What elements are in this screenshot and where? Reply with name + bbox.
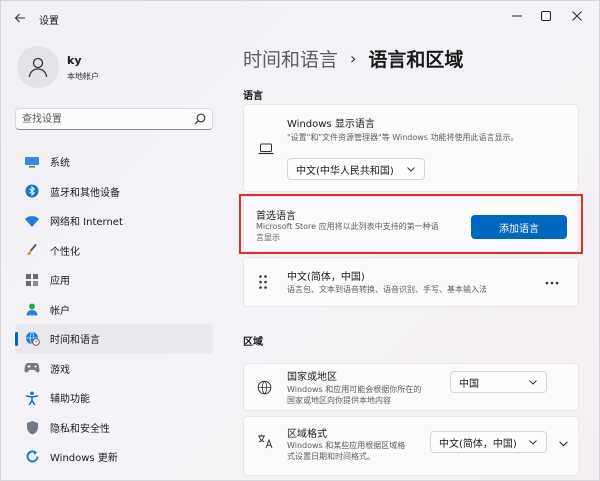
sidebar-item-apps[interactable]: 应用 bbox=[15, 265, 213, 295]
sidebar-item-label: 蓝牙和其他设备 bbox=[50, 187, 120, 199]
sidebar-item-system[interactable]: 系统 bbox=[15, 147, 213, 177]
shield-icon bbox=[24, 419, 40, 435]
sidebar-item-label: 帐户 bbox=[50, 305, 70, 317]
search-input[interactable] bbox=[22, 112, 182, 127]
more-options-button[interactable] bbox=[543, 274, 561, 292]
country-region-select[interactable]: 中国 bbox=[450, 371, 547, 393]
country-region-desc-line1: Windows 和应用可能会根据你所在的 bbox=[287, 385, 422, 394]
installed-language-title: 中文(简体，中国) bbox=[287, 272, 365, 283]
minimize-icon bbox=[512, 15, 522, 17]
gamepad-icon bbox=[24, 360, 40, 376]
add-language-button[interactable]: 添加语言 bbox=[471, 215, 567, 239]
sidebar-item-label: 应用 bbox=[50, 276, 70, 288]
search-box[interactable] bbox=[15, 108, 213, 130]
sidebar-item-label: 辅助功能 bbox=[50, 394, 90, 406]
page-title: 语言和区域 bbox=[368, 49, 464, 71]
preferred-language-card: 首选语言 Microsoft Store 应用将以此列表中支持的第一种语 言显示… bbox=[243, 196, 579, 252]
regional-format-desc-line1: Windows 和某些应用根据区域格 bbox=[287, 441, 406, 450]
display-language-select[interactable]: 中文(中华人民共和国) bbox=[287, 158, 425, 180]
update-icon bbox=[24, 449, 40, 465]
chevron-down-icon bbox=[529, 440, 537, 445]
maximize-icon bbox=[541, 11, 551, 21]
laptop-icon bbox=[258, 143, 274, 155]
sidebar-item-privacy[interactable]: 隐私和安全性 bbox=[15, 413, 213, 443]
breadcrumb-separator: › bbox=[350, 49, 357, 68]
paint-brush-icon bbox=[24, 242, 40, 258]
sidebar-item-personalization[interactable]: 个性化 bbox=[15, 236, 213, 266]
breadcrumb: 时间和语言 › 语言和区域 bbox=[243, 45, 463, 72]
sidebar-item-label: Windows 更新 bbox=[50, 453, 118, 465]
preferred-language-title: 首选语言 bbox=[256, 211, 296, 222]
chevron-down-icon bbox=[529, 380, 537, 385]
settings-window: 设置 ky 本地帐户 系统 蓝 bbox=[0, 0, 600, 481]
sidebar-item-bluetooth[interactable]: 蓝牙和其他设备 bbox=[15, 177, 213, 207]
person-icon bbox=[28, 57, 48, 78]
sidebar-item-label: 时间和语言 bbox=[50, 335, 100, 347]
bluetooth-icon bbox=[24, 183, 40, 199]
sidebar-item-label: 游戏 bbox=[50, 364, 70, 376]
language-section-title: 语言 bbox=[243, 91, 263, 102]
regional-format-select[interactable]: 中文(简体，中国) bbox=[430, 431, 547, 453]
sidebar-item-label: 个性化 bbox=[50, 246, 80, 258]
back-button[interactable] bbox=[9, 7, 31, 29]
display-language-title: Windows 显示语言 bbox=[287, 119, 375, 130]
sidebar-item-label: 网络和 Internet bbox=[50, 217, 123, 229]
avatar[interactable] bbox=[17, 46, 59, 88]
globe-clock-icon bbox=[24, 331, 40, 347]
user-name: ky bbox=[67, 54, 82, 67]
regional-format-card: 区域格式 Windows 和某些应用根据区域格 式设置日期和时间格式。 中文(简… bbox=[243, 416, 579, 476]
minimize-button[interactable] bbox=[504, 5, 530, 27]
regional-format-icon bbox=[257, 433, 273, 449]
app-title: 设置 bbox=[39, 16, 59, 27]
regional-format-title: 区域格式 bbox=[287, 429, 327, 440]
expand-button[interactable] bbox=[554, 434, 572, 452]
sidebar-item-windows-update[interactable]: Windows 更新 bbox=[15, 442, 213, 472]
apps-icon bbox=[24, 272, 40, 288]
accessibility-icon bbox=[24, 390, 40, 406]
chevron-down-icon bbox=[407, 167, 415, 172]
close-button[interactable] bbox=[564, 5, 590, 27]
chevron-down-icon bbox=[558, 440, 568, 447]
regional-format-value: 中文(简体，中国) bbox=[439, 438, 517, 450]
drag-handle-icon[interactable] bbox=[258, 274, 268, 290]
sidebar-item-gaming[interactable]: 游戏 bbox=[15, 354, 213, 384]
sidebar-nav: 系统 蓝牙和其他设备 网络和 Internet 个性化 应用 帐户 时间和语言 … bbox=[15, 147, 213, 472]
title-bar: 设置 bbox=[1, 1, 599, 35]
close-icon bbox=[572, 11, 582, 21]
display-language-desc: "设置"和"文件资源管理器"等 Windows 功能将使用此语言显示。 bbox=[287, 133, 519, 142]
sidebar-item-network[interactable]: 网络和 Internet bbox=[15, 206, 213, 236]
wifi-icon bbox=[24, 213, 40, 229]
preferred-language-desc-line2: 言显示 bbox=[256, 233, 280, 242]
sidebar-item-time-language[interactable]: 时间和语言 bbox=[15, 324, 213, 354]
display-language-value: 中文(中华人民共和国) bbox=[296, 165, 394, 177]
region-section-title: 区域 bbox=[243, 337, 263, 348]
breadcrumb-parent[interactable]: 时间和语言 bbox=[243, 45, 338, 72]
sidebar-item-accounts[interactable]: 帐户 bbox=[15, 295, 213, 325]
country-region-card: 国家或地区 Windows 和应用可能会根据你所在的 国家或地区向你提供本地内容… bbox=[243, 363, 579, 411]
globe-icon bbox=[257, 380, 272, 395]
maximize-button[interactable] bbox=[533, 5, 559, 27]
country-region-value: 中国 bbox=[459, 378, 479, 390]
sidebar-item-accessibility[interactable]: 辅助功能 bbox=[15, 383, 213, 413]
search-icon[interactable] bbox=[194, 113, 206, 128]
preferred-language-desc-line1: Microsoft Store 应用将以此列表中支持的第一种语 bbox=[256, 222, 439, 231]
back-arrow-icon bbox=[14, 13, 25, 23]
more-icon bbox=[545, 281, 559, 285]
user-account-type: 本地帐户 bbox=[67, 72, 99, 81]
country-region-desc-line2: 国家或地区向你提供本地内容 bbox=[287, 396, 391, 405]
country-region-title: 国家或地区 bbox=[287, 372, 337, 383]
display-language-card: Windows 显示语言 "设置"和"文件资源管理器"等 Windows 功能将… bbox=[243, 104, 579, 192]
regional-format-desc-line2: 式设置日期和时间格式。 bbox=[287, 452, 375, 461]
installed-language-card[interactable]: 中文(简体，中国) 语言包、文本到语音转换、语音识别、手写、基本输入法 bbox=[243, 257, 579, 307]
sidebar-item-label: 隐私和安全性 bbox=[50, 423, 110, 435]
installed-language-desc: 语言包、文本到语音转换、语音识别、手写、基本输入法 bbox=[287, 285, 487, 294]
sidebar-item-label: 系统 bbox=[50, 158, 70, 170]
monitor-icon bbox=[24, 154, 40, 170]
person-icon bbox=[24, 301, 40, 317]
